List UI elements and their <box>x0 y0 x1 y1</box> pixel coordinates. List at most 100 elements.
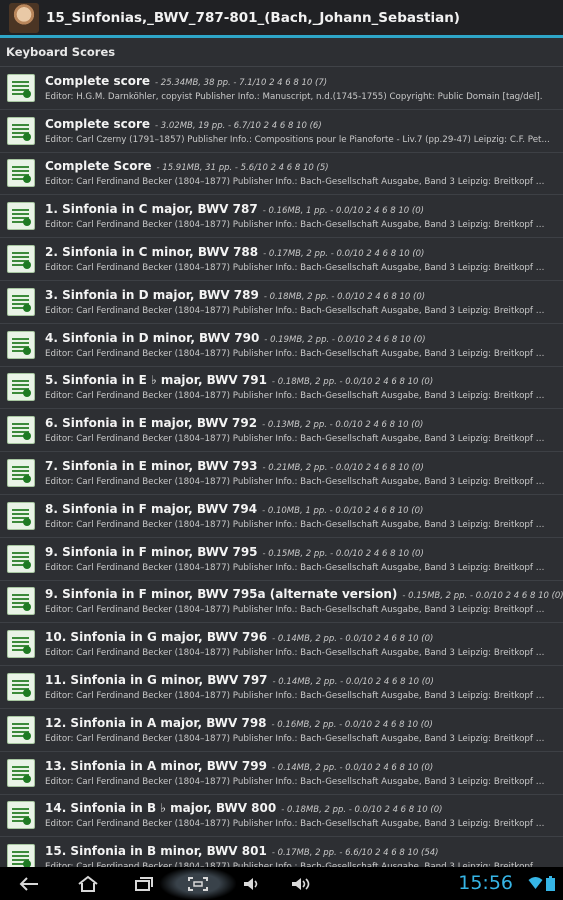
list-item-text: 8. Sinfonia in F major, BWV 794 - 0.10MB,… <box>45 500 563 532</box>
score-title: 6. Sinfonia in E major, BWV 792 <box>45 416 258 431</box>
score-list-item[interactable]: 7. Sinfonia in E minor, BWV 793 - 0.21MB,… <box>0 452 563 495</box>
score-list-item[interactable]: 8. Sinfonia in F major, BWV 794 - 0.10MB,… <box>0 495 563 538</box>
recent-apps-icon <box>135 876 153 891</box>
score-list[interactable]: Complete score - 25.34MB, 38 pp. - 7.1/10… <box>0 67 563 867</box>
score-details: Editor: Carl Ferdinand Becker (1804–1877… <box>45 391 554 402</box>
score-title: 5. Sinfonia in E ♭ major, BWV 791 <box>45 373 267 388</box>
score-title: 13. Sinfonia in A minor, BWV 799 <box>45 758 267 773</box>
list-item-heading: 6. Sinfonia in E major, BWV 792 - 0.13MB,… <box>45 414 563 433</box>
score-details: Editor: Carl Ferdinand Becker (1804–1877… <box>45 177 554 188</box>
score-icon <box>7 715 35 744</box>
score-list-item[interactable]: 10. Sinfonia in G major, BWV 796 - 0.14MB… <box>0 623 563 667</box>
score-details: Editor: Carl Ferdinand Becker (1804–1877… <box>45 648 554 659</box>
score-details: Editor: Carl Ferdinand Becker (1804–1877… <box>45 434 554 445</box>
score-list-item[interactable]: 2. Sinfonia in C minor, BWV 788 - 0.17MB,… <box>0 238 563 281</box>
score-meta: - 0.21MB, 2 pp. - 0.0/10 2 4 6 8 10 (0) <box>262 463 424 474</box>
score-list-item[interactable]: Complete score - 25.34MB, 38 pp. - 7.1/10… <box>0 67 563 110</box>
list-item-text: 14. Sinfonia in B ♭ major, BWV 800 - 0.18… <box>45 799 563 831</box>
score-title: 15. Sinfonia in B minor, BWV 801 <box>45 844 267 859</box>
score-icon <box>7 416 35 445</box>
section-header: Keyboard Scores <box>0 38 563 67</box>
score-meta: - 0.16MB, 2 pp. - 0.0/10 2 4 6 8 10 (0) <box>271 719 433 730</box>
score-title: 11. Sinfonia in G minor, BWV 797 <box>45 673 268 688</box>
score-icon <box>7 844 35 867</box>
volume-down-icon <box>244 877 258 890</box>
list-item-text: 10. Sinfonia in G major, BWV 796 - 0.14MB… <box>45 628 563 660</box>
score-title: 2. Sinfonia in C minor, BWV 788 <box>45 245 259 260</box>
score-title: 8. Sinfonia in F major, BWV 794 <box>45 501 258 516</box>
score-icon <box>7 501 35 530</box>
score-details: Editor: Carl Ferdinand Becker (1804–1877… <box>45 691 554 702</box>
score-icon <box>7 373 35 402</box>
score-list-item[interactable]: 5. Sinfonia in E ♭ major, BWV 791 - 0.18M… <box>0 367 563 410</box>
score-list-item[interactable]: 15. Sinfonia in B minor, BWV 801 - 0.17MB… <box>0 837 563 867</box>
score-title: 12. Sinfonia in A major, BWV 798 <box>45 715 267 730</box>
list-item-text: Complete score - 25.34MB, 38 pp. - 7.1/10… <box>45 72 563 104</box>
score-icon <box>7 459 35 488</box>
score-meta: - 0.16MB, 1 pp. - 0.0/10 2 4 6 8 10 (0) <box>262 206 424 217</box>
status-clock[interactable]: 15:56 <box>458 867 513 900</box>
score-icon <box>7 73 35 102</box>
list-item-heading: 9. Sinfonia in F minor, BWV 795 - 0.15MB,… <box>45 543 563 562</box>
score-list-item[interactable]: 9. Sinfonia in F minor, BWV 795 - 0.15MB,… <box>0 538 563 581</box>
list-item-heading: 5. Sinfonia in E ♭ major, BWV 791 - 0.18M… <box>45 371 563 390</box>
score-list-item[interactable]: 1. Sinfonia in C major, BWV 787 - 0.16MB,… <box>0 195 563 239</box>
score-details: Editor: Carl Ferdinand Becker (1804–1877… <box>45 263 554 274</box>
score-meta: - 0.15MB, 2 pp. - 0.0/10 2 4 6 8 10 (0) <box>262 548 424 559</box>
status-icons[interactable] <box>528 876 555 891</box>
score-list-item[interactable]: 13. Sinfonia in A minor, BWV 799 - 0.14MB… <box>0 752 563 795</box>
recent-apps-button[interactable] <box>129 867 159 900</box>
score-list-item[interactable]: 4. Sinfonia in D minor, BWV 790 - 0.19MB,… <box>0 324 563 367</box>
score-details: Editor: Carl Ferdinand Becker (1804–1877… <box>45 220 554 231</box>
score-details: Editor: Carl Ferdinand Becker (1804–1877… <box>45 733 554 744</box>
score-list-item[interactable]: 14. Sinfonia in B ♭ major, BWV 800 - 0.18… <box>0 795 563 838</box>
score-title: 9. Sinfonia in F minor, BWV 795a (altern… <box>45 587 398 602</box>
screenshot-button[interactable] <box>160 867 236 900</box>
score-meta: - 0.14MB, 2 pp. - 0.0/10 2 4 6 8 10 (0) <box>271 762 434 773</box>
list-item-text: 9. Sinfonia in F minor, BWV 795 - 0.15MB,… <box>45 543 563 575</box>
score-title: Complete score <box>45 73 151 88</box>
score-list-item[interactable]: Complete Score - 15.91MB, 31 pp. - 5.6/10… <box>0 153 563 196</box>
score-details: Editor: Carl Ferdinand Becker (1804–1877… <box>45 477 554 488</box>
bach-portrait-icon[interactable] <box>9 2 39 33</box>
list-item-heading: 10. Sinfonia in G major, BWV 796 - 0.14MB… <box>45 628 563 647</box>
list-item-heading: 13. Sinfonia in A minor, BWV 799 - 0.14MB… <box>45 757 563 776</box>
score-details: Editor: Carl Ferdinand Becker (1804–1877… <box>45 305 554 316</box>
score-meta: - 0.17MB, 2 pp. - 0.0/10 2 4 6 8 10 (0) <box>263 249 425 260</box>
list-item-heading: 11. Sinfonia in G minor, BWV 797 - 0.14MB… <box>45 671 563 690</box>
list-item-text: 1. Sinfonia in C major, BWV 787 - 0.16MB,… <box>45 200 563 232</box>
score-title: Complete Score <box>45 159 152 174</box>
list-item-text: 9. Sinfonia in F minor, BWV 795a (altern… <box>45 585 563 617</box>
score-details: Editor: Carl Ferdinand Becker (1804–1877… <box>45 562 554 573</box>
list-item-text: 6. Sinfonia in E major, BWV 792 - 0.13MB,… <box>45 414 563 446</box>
score-meta: - 25.34MB, 38 pp. - 7.1/10 2 4 6 8 10 (7… <box>155 77 328 88</box>
score-meta: - 0.13MB, 2 pp. - 0.0/10 2 4 6 8 10 (0) <box>262 420 424 431</box>
list-item-text: 3. Sinfonia in D major, BWV 789 - 0.18MB,… <box>45 286 563 318</box>
list-item-heading: Complete Score - 15.91MB, 31 pp. - 5.6/10… <box>45 157 563 176</box>
score-list-item[interactable]: 12. Sinfonia in A major, BWV 798 - 0.16MB… <box>0 709 563 752</box>
list-item-text: Complete Score - 15.91MB, 31 pp. - 5.6/10… <box>45 157 563 189</box>
volume-up-button[interactable] <box>286 867 316 900</box>
app-title: 15_Sinfonias,_BWV_787-801_(Bach,_Johann_… <box>46 9 460 26</box>
list-item-heading: Complete score - 3.02MB, 19 pp. - 6.7/10 … <box>45 115 563 134</box>
list-item-text: Complete score - 3.02MB, 19 pp. - 6.7/10 … <box>45 115 563 147</box>
score-meta: - 3.02MB, 19 pp. - 6.7/10 2 4 6 8 10 (6) <box>155 120 322 131</box>
volume-down-button[interactable] <box>237 867 265 900</box>
score-list-item[interactable]: 6. Sinfonia in E major, BWV 792 - 0.13MB,… <box>0 409 563 453</box>
score-icon <box>7 801 35 830</box>
score-details: Editor: Carl Ferdinand Becker (1804–1877… <box>45 819 554 830</box>
home-icon <box>78 875 98 892</box>
score-title: 4. Sinfonia in D minor, BWV 790 <box>45 330 260 345</box>
score-details: Editor: Carl Ferdinand Becker (1804–1877… <box>45 605 554 616</box>
list-item-heading: 1. Sinfonia in C major, BWV 787 - 0.16MB,… <box>45 200 563 219</box>
score-list-item[interactable]: 9. Sinfonia in F minor, BWV 795a (altern… <box>0 581 563 624</box>
home-button[interactable] <box>72 867 104 900</box>
score-meta: - 0.18MB, 2 pp. - 0.0/10 2 4 6 8 10 (0) <box>263 291 426 302</box>
score-list-item[interactable]: Complete score - 3.02MB, 19 pp. - 6.7/10 … <box>0 110 563 153</box>
score-title: 9. Sinfonia in F minor, BWV 795 <box>45 544 258 559</box>
score-list-item[interactable]: 3. Sinfonia in D major, BWV 789 - 0.18MB,… <box>0 281 563 324</box>
back-button[interactable] <box>12 867 46 900</box>
score-list-item[interactable]: 11. Sinfonia in G minor, BWV 797 - 0.14MB… <box>0 666 563 709</box>
score-title: 10. Sinfonia in G major, BWV 796 <box>45 630 268 645</box>
score-icon <box>7 287 35 316</box>
